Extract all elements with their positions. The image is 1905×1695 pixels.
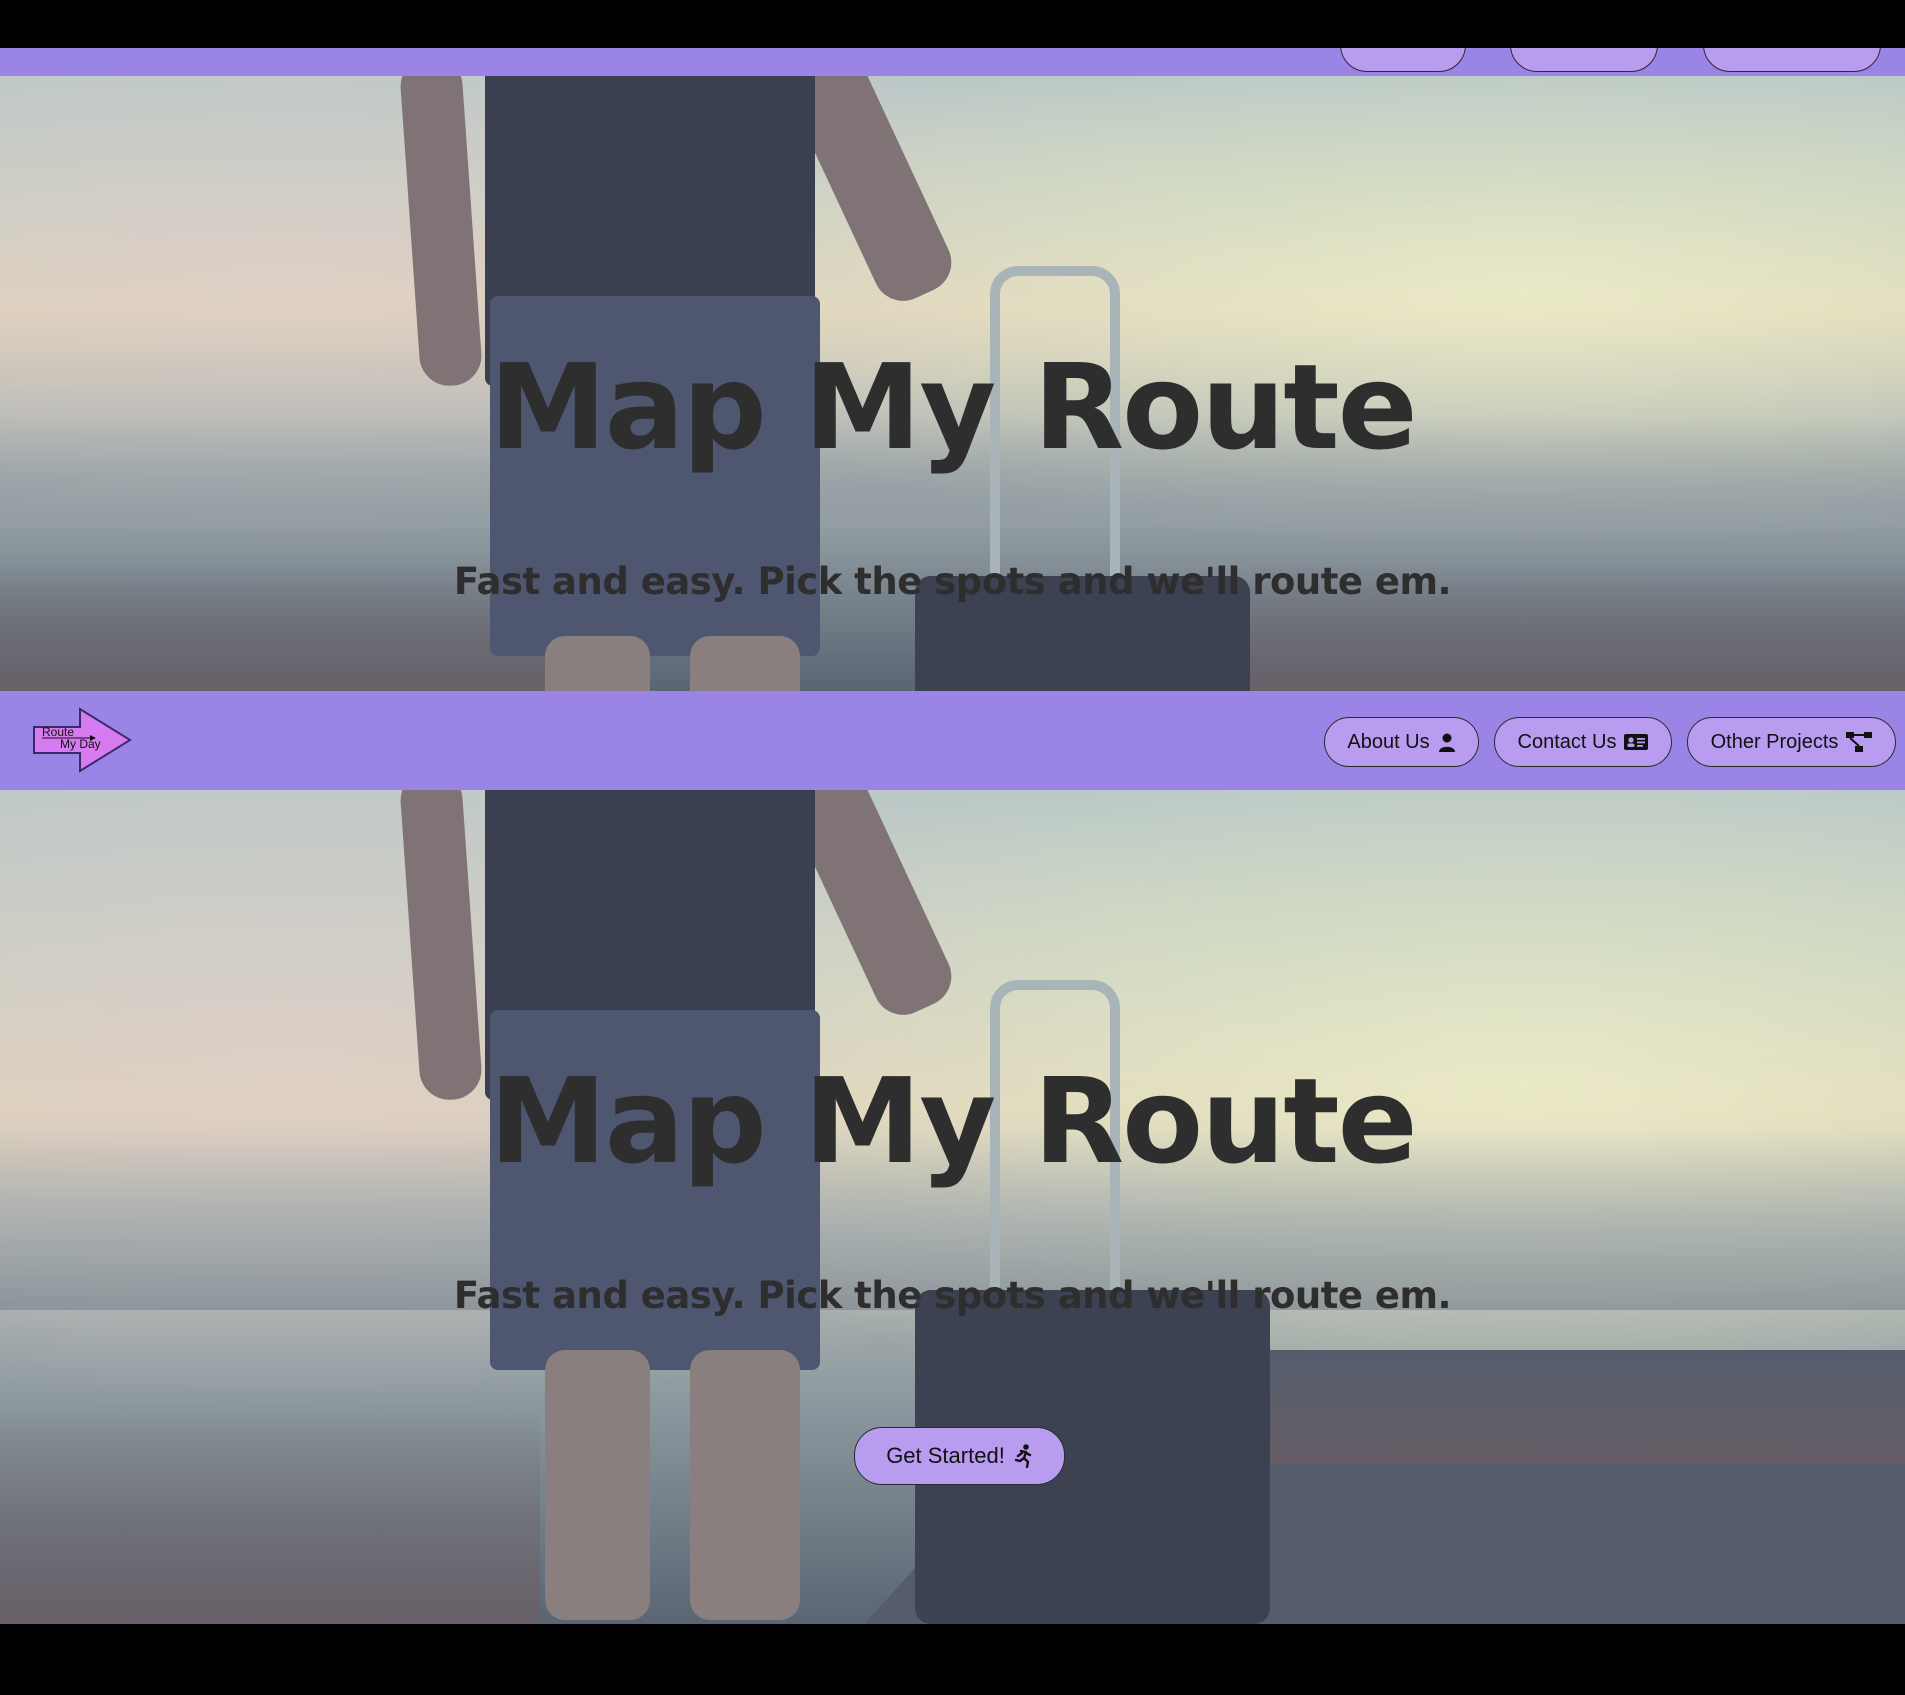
hero-title: Map My Route [489, 1052, 1417, 1190]
contact-us-label: Contact Us [1517, 730, 1617, 753]
hero-subtitle: Fast and easy. Pick the spots and we'll … [453, 1274, 1452, 1317]
get-started-button[interactable]: Get Started! [854, 1427, 1065, 1485]
logo-arrow-icon: Route My Day [33, 707, 132, 773]
get-started-label: Get Started! [886, 1443, 1005, 1468]
about-button-partial[interactable] [1340, 48, 1466, 72]
logo[interactable]: Route My Day [32, 707, 132, 773]
grass-right [1250, 1354, 1905, 1464]
sitemap-icon [1846, 732, 1873, 752]
id-card-icon [1624, 734, 1649, 750]
person-right-leg [690, 636, 800, 691]
running-person-icon [1014, 1444, 1032, 1468]
hero-section: Map My Route Fast and easy. Pick the spo… [0, 790, 1905, 1624]
other-projects-label: Other Projects [1710, 730, 1839, 753]
user-icon [1438, 733, 1455, 752]
navbar: Route My Day About Us Contact Us Other P… [0, 691, 1905, 790]
other-projects-button[interactable]: Other Projects [1687, 717, 1896, 767]
person-left-leg [545, 636, 650, 691]
contact-us-button[interactable]: Contact Us [1494, 717, 1672, 767]
grass-left [0, 1404, 540, 1624]
about-us-button[interactable]: About Us [1324, 717, 1479, 767]
hero-title: Map My Route [489, 338, 1417, 476]
projects-button-partial[interactable] [1703, 48, 1881, 72]
hero-subtitle: Fast and easy. Pick the spots and we'll … [453, 560, 1452, 603]
logo-text-line2: My Day [60, 737, 101, 751]
navbar-scrolled [0, 48, 1905, 76]
person-right-leg [690, 1350, 800, 1620]
contact-button-partial[interactable] [1510, 48, 1658, 72]
about-us-label: About Us [1347, 730, 1430, 753]
hero-section-scrolled: Map My Route Fast and easy. Pick the spo… [0, 76, 1905, 691]
person-left-leg [545, 1350, 650, 1620]
